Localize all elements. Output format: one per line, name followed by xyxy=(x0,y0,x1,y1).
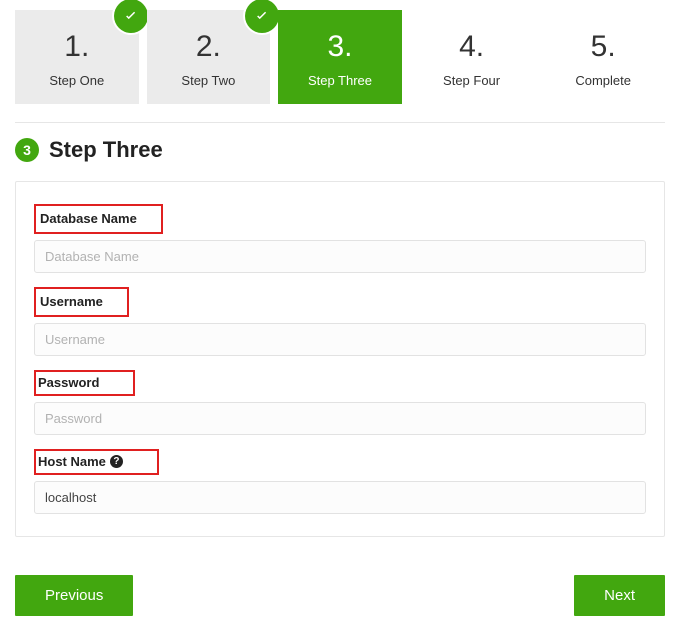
highlight-box: Host Name ? xyxy=(34,449,159,475)
field-label-text: Host Name xyxy=(38,454,106,469)
username-input[interactable] xyxy=(34,323,646,356)
step-number: 2. xyxy=(153,30,265,63)
step-label: Step Two xyxy=(153,73,265,88)
check-circle-icon xyxy=(245,0,279,33)
wizard-stepper: 1. Step One 2. Step Two 3. Step Three 4.… xyxy=(15,10,665,104)
step-two[interactable]: 2. Step Two xyxy=(147,10,271,104)
field-password: Password xyxy=(34,370,646,435)
field-label: Username xyxy=(40,294,103,309)
wizard-actions: Previous Next xyxy=(15,575,665,616)
step-complete[interactable]: 5. Complete xyxy=(541,10,665,104)
next-button[interactable]: Next xyxy=(574,575,665,616)
field-label: Database Name xyxy=(40,211,137,226)
step-one[interactable]: 1. Step One xyxy=(15,10,139,104)
highlight-box: Password xyxy=(34,370,135,396)
field-database-name: Database Name xyxy=(34,204,646,273)
host-name-input[interactable] xyxy=(34,481,646,514)
step-label: Step One xyxy=(21,73,133,88)
field-host-name: Host Name ? xyxy=(34,449,646,514)
password-input[interactable] xyxy=(34,402,646,435)
highlight-box: Username xyxy=(34,287,129,317)
step-number: 1. xyxy=(21,30,133,63)
check-circle-icon xyxy=(114,0,148,33)
step-number: 5. xyxy=(547,30,659,63)
step-number: 3. xyxy=(284,30,396,63)
page-title: Step Three xyxy=(49,137,163,163)
field-label: Host Name ? xyxy=(38,454,123,469)
section-header: 3 Step Three xyxy=(15,137,665,163)
step-four[interactable]: 4. Step Four xyxy=(410,10,534,104)
form-panel: Database Name Username Password Host Nam… xyxy=(15,181,665,537)
step-three[interactable]: 3. Step Three xyxy=(278,10,402,104)
field-username: Username xyxy=(34,287,646,356)
step-label: Step Four xyxy=(416,73,528,88)
field-label: Password xyxy=(38,375,99,390)
step-number: 4. xyxy=(416,30,528,63)
question-circle-icon[interactable]: ? xyxy=(110,455,123,468)
step-label: Complete xyxy=(547,73,659,88)
previous-button[interactable]: Previous xyxy=(15,575,133,616)
step-label: Step Three xyxy=(284,73,396,88)
highlight-box: Database Name xyxy=(34,204,163,234)
database-name-input[interactable] xyxy=(34,240,646,273)
step-badge: 3 xyxy=(15,138,39,162)
divider xyxy=(15,122,665,123)
